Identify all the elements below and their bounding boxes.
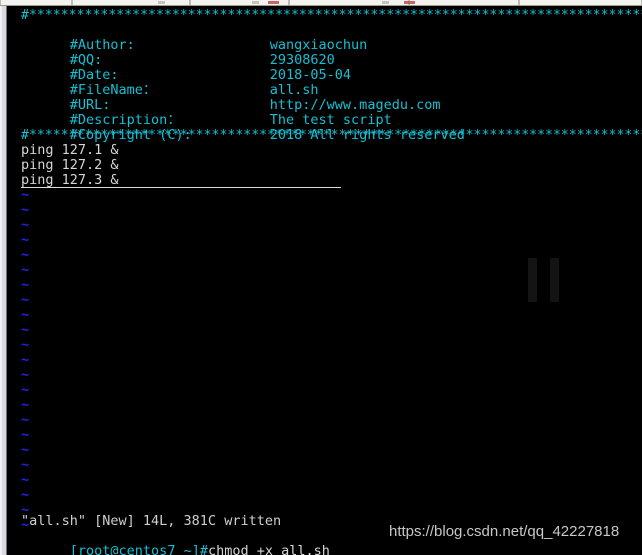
vim-empty-line-marker: ~ — [21, 322, 30, 338]
script-line-1: ping 127.1 & — [21, 142, 119, 158]
window-left-gutter[interactable] — [0, 6, 7, 555]
toolbar-overflow-icon[interactable] — [158, 1, 165, 4]
toolbar-overflow-icon-2[interactable] — [252, 1, 259, 4]
pause-bar-right — [550, 258, 559, 302]
vim-empty-line-marker: ~ — [21, 397, 30, 413]
vim-empty-line-marker: ~ — [21, 457, 30, 473]
toolbar-stop-icon[interactable] — [268, 1, 279, 4]
toolbar-segment-6[interactable] — [519, 0, 642, 5]
vim-write-status-line: "all.sh" [New] 14L, 381C written — [21, 513, 282, 529]
vim-empty-line-marker: ~ — [21, 337, 30, 353]
comment-banner-bottom: #***************************************… — [21, 128, 642, 143]
vim-empty-line-marker: ~ — [21, 367, 30, 383]
vim-empty-line-marker: ~ — [21, 487, 30, 503]
vim-empty-line-marker: ~ — [21, 292, 30, 308]
toolbar-segment-2[interactable] — [72, 0, 190, 5]
script-line-3: ping 127.3 & — [21, 172, 119, 188]
vim-empty-line-marker: ~ — [21, 412, 30, 428]
shell-prompt-line-2: [root@centos7 ~]#./all.sh — [21, 544, 273, 555]
vim-empty-line-marker: ~ — [21, 247, 30, 263]
pause-bars-icon — [522, 258, 570, 302]
vim-empty-line-marker: ~ — [21, 277, 30, 293]
vim-empty-line-marker: ~ — [21, 217, 30, 233]
terminal-window: #***************************************… — [0, 0, 642, 555]
vim-empty-line-marker: ~ — [21, 352, 30, 368]
toolbar-stop-icon-2[interactable] — [404, 1, 415, 4]
toolbar-segment-5[interactable] — [409, 0, 519, 5]
vim-empty-line-marker: ~ — [21, 382, 30, 398]
script-line-2: ping 127.2 & — [21, 157, 119, 173]
vim-empty-line-marker: ~ — [21, 472, 30, 488]
pause-bar-left — [528, 258, 537, 302]
vim-empty-line-marker: ~ — [21, 307, 30, 323]
toolbar-segment-1[interactable] — [0, 0, 72, 5]
cursor-line-underline — [21, 187, 341, 188]
vim-empty-line-marker: ~ — [21, 427, 30, 443]
gutter-highlight — [0, 6, 2, 555]
toolbar-overflow-icon-3[interactable] — [382, 1, 389, 4]
vim-empty-line-marker: ~ — [21, 202, 30, 218]
vim-empty-line-marker: ~ — [21, 232, 30, 248]
toolbar-segment-4[interactable] — [289, 0, 409, 5]
csdn-watermark: https://blog.csdn.net/qq_42227818 — [389, 523, 620, 540]
comment-banner-top: #***************************************… — [21, 8, 642, 23]
vim-empty-line-marker: ~ — [21, 262, 30, 278]
vim-empty-line-marker: ~ — [21, 187, 30, 203]
vim-empty-line-marker: ~ — [21, 442, 30, 458]
terminal-screen[interactable]: #***************************************… — [8, 6, 642, 555]
